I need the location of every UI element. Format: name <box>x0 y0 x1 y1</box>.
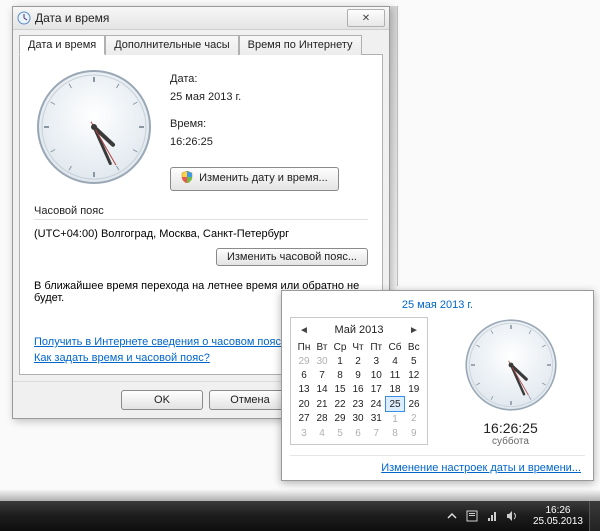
close-icon: ✕ <box>362 13 370 24</box>
calendar-day[interactable]: 13 <box>295 382 313 397</box>
calendar-day[interactable]: 3 <box>295 426 313 440</box>
calendar-day[interactable]: 14 <box>313 382 331 397</box>
uac-shield-icon <box>181 171 193 183</box>
how-to-set-link[interactable]: Как задать время и часовой пояс? <box>34 352 210 364</box>
calendar: ◄ Май 2013 ► ПнВтСрЧтПтСбВс 293012345678… <box>290 317 428 445</box>
calendar-weekday: Сб <box>386 340 405 354</box>
calendar-day[interactable]: 1 <box>331 354 349 368</box>
analog-clock <box>34 67 154 187</box>
timezone-heading: Часовой пояс <box>34 205 368 217</box>
calendar-day[interactable]: 10 <box>367 368 386 382</box>
calendar-day[interactable]: 9 <box>349 368 367 382</box>
calendar-weekday: Вс <box>405 340 424 354</box>
prev-month-button[interactable]: ◄ <box>299 325 309 336</box>
volume-icon[interactable] <box>505 509 519 523</box>
calendar-day[interactable]: 29 <box>295 354 313 368</box>
flyout-time: 16:26:25 <box>483 420 538 436</box>
flyout-analog-clock <box>463 317 559 416</box>
calendar-day[interactable]: 22 <box>331 397 349 412</box>
calendar-day[interactable]: 31 <box>367 412 386 427</box>
date-label: Дата: <box>170 71 368 89</box>
calendar-day[interactable]: 24 <box>367 397 386 412</box>
network-icon[interactable] <box>485 509 499 523</box>
calendar-day[interactable]: 23 <box>349 397 367 412</box>
divider <box>34 219 368 220</box>
calendar-day[interactable]: 16 <box>349 382 367 397</box>
calendar-day[interactable]: 6 <box>295 368 313 382</box>
time-label: Время: <box>170 116 368 134</box>
change-date-time-button[interactable]: Изменить дату и время... <box>170 167 339 191</box>
change-timezone-button[interactable]: Изменить часовой пояс... <box>216 248 368 266</box>
time-value: 16:26:25 <box>170 134 368 152</box>
calendar-day[interactable]: 25 <box>386 397 405 412</box>
calendar-day[interactable]: 11 <box>386 368 405 382</box>
show-desktop-button[interactable] <box>589 501 600 531</box>
calendar-day[interactable]: 3 <box>367 354 386 368</box>
calendar-day[interactable]: 8 <box>331 368 349 382</box>
tab-additional-clocks[interactable]: Дополнительные часы <box>105 35 238 55</box>
next-month-button[interactable]: ► <box>409 325 419 336</box>
calendar-day[interactable]: 15 <box>331 382 349 397</box>
clock-flyout: 25 мая 2013 г. ◄ Май 2013 ► ПнВтСрЧтПтСб… <box>281 290 594 481</box>
taskbar-gloss <box>0 489 600 501</box>
calendar-day[interactable]: 5 <box>405 354 424 368</box>
calendar-day[interactable]: 9 <box>405 426 424 440</box>
ok-button[interactable]: OK <box>121 390 203 410</box>
calendar-weekday: Вт <box>313 340 331 354</box>
calendar-day[interactable]: 19 <box>405 382 424 397</box>
calendar-day[interactable]: 27 <box>295 412 313 427</box>
calendar-day[interactable]: 20 <box>295 397 313 412</box>
divider <box>290 455 585 456</box>
calendar-day[interactable]: 18 <box>386 382 405 397</box>
calendar-day[interactable]: 21 <box>313 397 331 412</box>
date-value: 25 мая 2013 г. <box>170 89 368 107</box>
change-date-time-label: Изменить дату и время... <box>199 172 328 184</box>
calendar-day[interactable]: 4 <box>386 354 405 368</box>
calendar-day[interactable]: 2 <box>349 354 367 368</box>
tab-date-time[interactable]: Дата и время <box>19 35 105 55</box>
tz-info-link[interactable]: Получить в Интернете сведения о часовом … <box>34 336 287 348</box>
calendar-day[interactable]: 8 <box>386 426 405 440</box>
calendar-day[interactable]: 26 <box>405 397 424 412</box>
tab-internet-time[interactable]: Время по Интернету <box>239 35 362 55</box>
calendar-day[interactable]: 7 <box>367 426 386 440</box>
calendar-grid: ПнВтСрЧтПтСбВс 2930123456789101112131415… <box>295 340 423 440</box>
calendar-weekday: Чт <box>349 340 367 354</box>
timezone-value: (UTC+04:00) Волгоград, Москва, Санкт-Пет… <box>34 228 368 240</box>
calendar-day[interactable]: 30 <box>349 412 367 427</box>
close-button[interactable]: ✕ <box>347 9 385 27</box>
calendar-day[interactable]: 30 <box>313 354 331 368</box>
flyout-date: 25 мая 2013 г. <box>290 299 585 311</box>
calendar-day[interactable]: 2 <box>405 412 424 427</box>
tray-date: 25.05.2013 <box>533 516 583 527</box>
calendar-weekday: Пн <box>295 340 313 354</box>
calendar-day[interactable]: 5 <box>331 426 349 440</box>
calendar-day[interactable]: 28 <box>313 412 331 427</box>
calendar-day[interactable]: 4 <box>313 426 331 440</box>
tray-time: 16:26 <box>533 505 583 516</box>
calendar-day[interactable]: 7 <box>313 368 331 382</box>
calendar-day[interactable]: 1 <box>386 412 405 427</box>
taskbar: 16:26 25.05.2013 <box>0 501 600 531</box>
calendar-day[interactable]: 17 <box>367 382 386 397</box>
tray-clock[interactable]: 16:26 25.05.2013 <box>527 505 589 527</box>
calendar-day[interactable]: 12 <box>405 368 424 382</box>
action-center-icon[interactable] <box>465 509 479 523</box>
cancel-button[interactable]: Отмена <box>209 390 291 410</box>
calendar-day[interactable]: 6 <box>349 426 367 440</box>
tray <box>445 509 527 523</box>
clock-icon <box>17 11 31 25</box>
flyout-settings-link[interactable]: Изменение настроек даты и времени... <box>290 462 585 474</box>
dialog-title-bar[interactable]: Дата и время ✕ <box>13 7 389 30</box>
calendar-weekday: Пт <box>367 340 386 354</box>
tray-chevron-icon[interactable] <box>445 509 459 523</box>
calendar-month-title: Май 2013 <box>309 324 409 336</box>
calendar-day[interactable]: 29 <box>331 412 349 427</box>
tab-strip: Дата и время Дополнительные часы Время п… <box>13 30 389 54</box>
dialog-title: Дата и время <box>35 11 347 25</box>
flyout-weekday: суббота <box>492 436 529 447</box>
calendar-weekday: Ср <box>331 340 349 354</box>
